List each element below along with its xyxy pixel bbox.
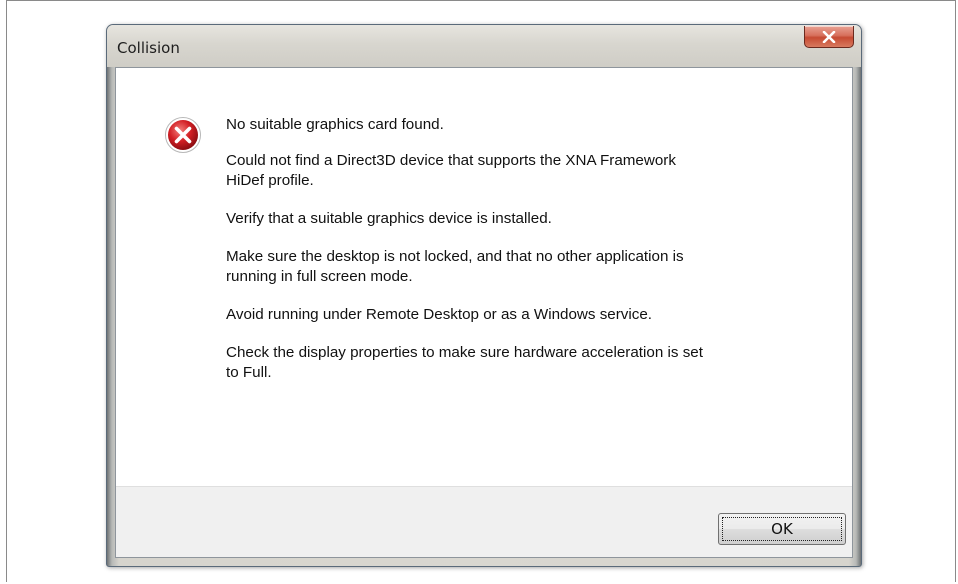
error-icon — [165, 117, 201, 153]
title-bar[interactable]: Collision — [107, 25, 861, 67]
button-area: OK — [116, 486, 852, 557]
close-button[interactable] — [804, 26, 854, 48]
ok-button-label: OK — [771, 520, 793, 538]
message-line: Make sure the desktop is not locked, and… — [226, 248, 684, 285]
error-dialog: Collision No suitable graphics card foun… — [106, 24, 862, 567]
message-block: No suitable graphics card found. Could n… — [226, 115, 826, 401]
message-line: Avoid running under Remote Desktop or as… — [226, 306, 653, 323]
message-line: Check the display properties to make sur… — [226, 344, 703, 381]
message-heading: No suitable graphics card found. — [226, 116, 444, 133]
window-title: Collision — [117, 39, 180, 57]
message-line: Verify that a suitable graphics device i… — [226, 210, 552, 227]
ok-button[interactable]: OK — [718, 513, 846, 545]
dialog-content: No suitable graphics card found. Could n… — [115, 67, 853, 558]
close-icon — [822, 30, 836, 43]
message-line: Could not find a Direct3D device that su… — [226, 152, 676, 189]
